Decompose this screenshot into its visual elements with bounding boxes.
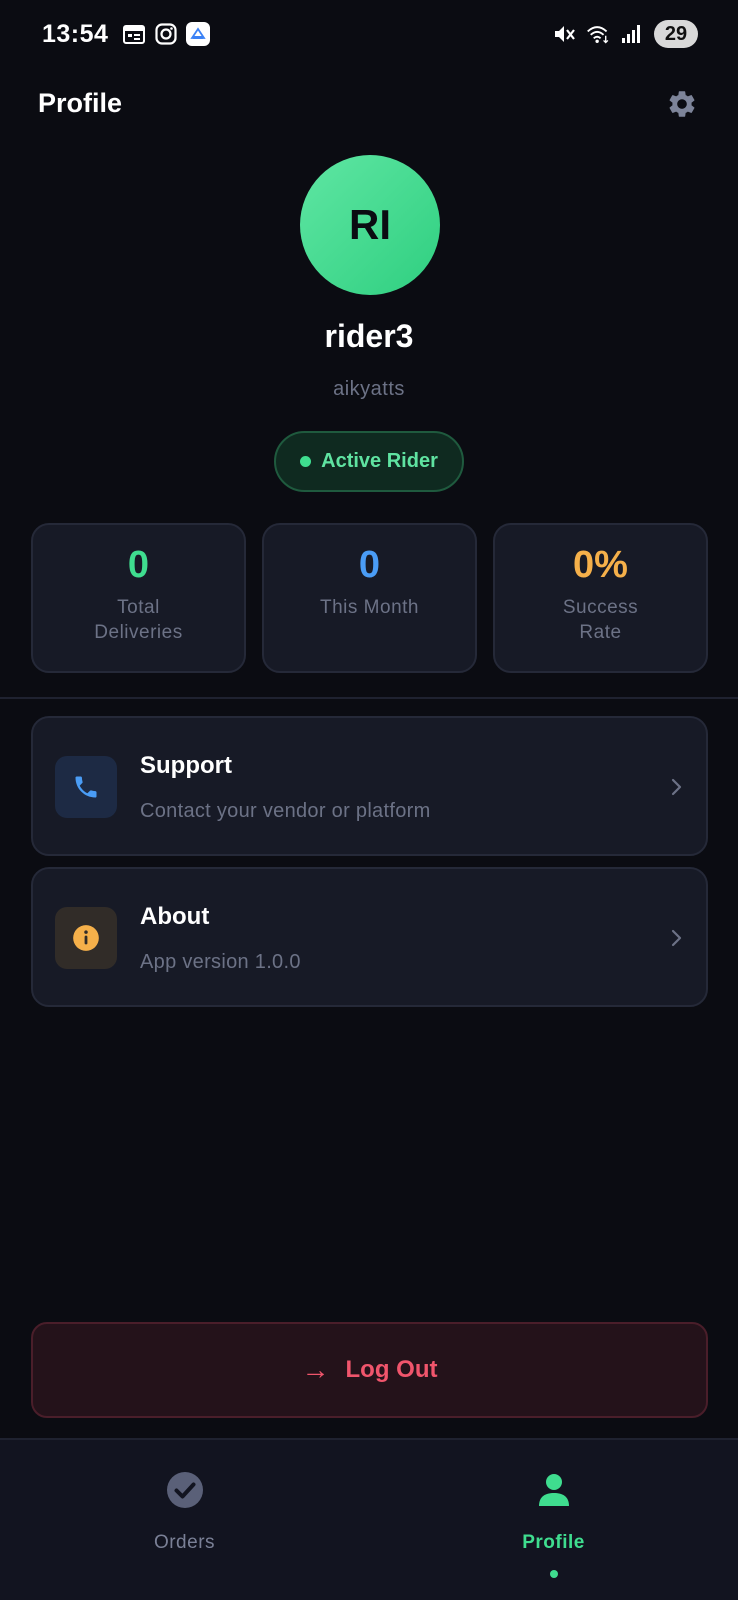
status-bar: 13:54 29 [0,0,738,70]
battery-indicator: 29 [654,20,698,48]
status-icons-right: 29 [552,20,698,48]
logout-arrow-icon: → [301,1354,330,1385]
menu-subtitle: Contact your vendor or platform [140,800,431,822]
menu-item-about[interactable]: About App version 1.0.0 [31,867,708,1007]
stat-label: Success Rate [562,596,639,644]
stat-card-this-month: 0 This Month [262,523,477,673]
app-icon [186,22,210,46]
nav-label-orders: Orders [153,1532,216,1553]
menu-title: Support [140,752,232,779]
stat-label: Total Deliveries [94,596,183,644]
stat-value: 0% [573,544,628,586]
signal-icon [620,22,644,46]
stats-row: 0 Total Deliveries 0 This Month 0% Succe… [31,523,708,673]
nav-item-orders[interactable]: Orders [0,1440,369,1600]
nav-label-profile: Profile [522,1532,585,1553]
info-icon [73,925,99,951]
logout-label: Log Out [345,1356,438,1383]
stat-label: This Month [320,596,419,618]
section-divider [0,697,738,699]
phone-icon [75,776,97,798]
status-badge-label: Active Rider [321,450,438,472]
stat-value: 0 [358,544,381,586]
logout-button[interactable]: → Log Out [31,1322,708,1418]
check-circle-icon [166,1472,203,1508]
chevron-right-icon [671,929,682,947]
person-icon [538,1474,569,1506]
user-name: rider3 [324,318,414,354]
stat-card-total-deliveries: 0 Total Deliveries [31,523,246,673]
instagram-icon [154,22,178,46]
wifi-icon [586,22,610,46]
stat-card-success-rate: 0% Success Rate [493,523,708,673]
menu-subtitle: App version 1.0.0 [140,951,301,973]
chevron-right-icon [671,778,682,796]
menu-title: About [140,903,210,930]
settings-button[interactable] [666,88,698,120]
stat-value: 0 [127,544,150,586]
status-dot [300,456,312,467]
menu-item-support[interactable]: Support Contact your vendor or platform [31,716,708,856]
nav-item-profile[interactable]: Profile [369,1440,738,1600]
user-handle: aikyatts [333,378,405,400]
status-icons-left [122,22,210,46]
avatar-initials: RI [349,201,391,248]
calendar-icon [122,22,146,46]
phone-icon-box [55,756,117,818]
bottom-nav: Orders Profile [0,1438,738,1600]
status-badge: Active Rider [274,431,464,492]
avatar: RI [300,155,440,295]
active-indicator-dot [549,1570,558,1578]
gear-icon [669,91,695,117]
page-title: Profile [38,88,123,118]
status-time: 13:54 [42,20,109,48]
profile-screen: 13:54 29 Profile RI rider3 aikyatts Acti… [0,0,738,1600]
mute-icon [552,22,576,46]
info-icon-box [55,907,117,969]
